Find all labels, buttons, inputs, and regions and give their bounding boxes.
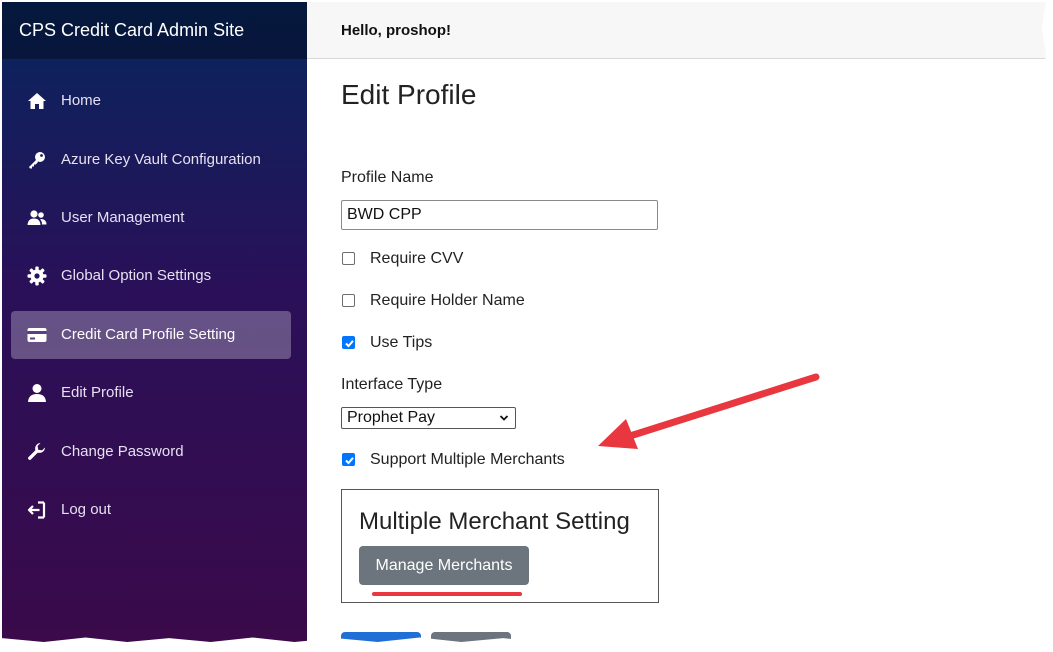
sidebar-item-change-password[interactable]: Change Password <box>11 428 291 476</box>
annotation-underline <box>372 592 522 596</box>
check-icon <box>345 340 354 348</box>
sidebar-item-label: Credit Card Profile Setting <box>61 326 236 343</box>
sidebar-item-log-out[interactable]: Log out <box>11 486 291 534</box>
sidebar-item-label: Azure Key Vault Configuration <box>61 151 261 168</box>
interface-type-label: Interface Type <box>341 376 443 393</box>
use-tips-label: Use Tips <box>370 334 433 351</box>
use-tips-checkbox[interactable] <box>342 336 355 349</box>
multiple-merchant-heading: Multiple Merchant Setting <box>359 508 630 535</box>
gear-icon <box>27 266 47 286</box>
greeting-text: Hello, proshop! <box>341 22 451 39</box>
profile-name-label: Profile Name <box>341 169 434 186</box>
manage-merchants-button[interactable]: Manage Merchants <box>359 546 529 585</box>
credit-card-icon <box>27 325 47 345</box>
brand-title[interactable]: CPS Credit Card Admin Site <box>2 2 307 59</box>
page-title: Edit Profile <box>341 79 477 110</box>
sidebar-item-credit-card-profile[interactable]: Credit Card Profile Setting <box>11 311 291 359</box>
require-holder-name-checkbox[interactable] <box>342 294 355 307</box>
top-bar: Hello, proshop! <box>307 2 1046 59</box>
sidebar-item-label: Edit Profile <box>61 384 134 401</box>
sidebar-item-label: Global Option Settings <box>61 267 212 284</box>
users-icon <box>27 208 47 228</box>
interface-type-select[interactable]: Prophet Pay <box>341 407 516 429</box>
sidebar-item-label: Log out <box>61 501 112 518</box>
sidebar-item-home[interactable]: Home <box>11 77 291 125</box>
key-icon <box>27 150 47 170</box>
sidebar-item-edit-profile[interactable]: Edit Profile <box>11 369 291 417</box>
check-icon <box>345 457 354 465</box>
interface-type-value: Prophet Pay <box>347 409 436 426</box>
wrench-icon <box>27 442 47 462</box>
chevron-down-icon <box>499 415 509 421</box>
back-button[interactable] <box>431 632 511 642</box>
sidebar-item-user-management[interactable]: User Management <box>11 194 291 242</box>
home-icon <box>27 91 47 111</box>
sidebar-item-azure-key-vault[interactable]: Azure Key Vault Configuration <box>11 136 291 184</box>
support-multiple-merchants-label: Support Multiple Merchants <box>370 451 565 468</box>
logout-icon <box>27 500 47 520</box>
save-button[interactable] <box>341 632 421 642</box>
sidebar-item-label: Home <box>61 92 102 109</box>
main-content: Edit Profile Profile Name Require CVV Re… <box>307 59 1046 642</box>
profile-name-input[interactable] <box>341 200 658 230</box>
sidebar-item-label: Change Password <box>61 443 184 460</box>
require-cvv-checkbox[interactable] <box>342 252 355 265</box>
multiple-merchant-panel: Multiple Merchant Setting Manage Merchan… <box>341 489 659 603</box>
require-cvv-label: Require CVV <box>370 250 464 267</box>
require-holder-name-label: Require Holder Name <box>370 292 525 309</box>
support-multiple-merchants-checkbox[interactable] <box>342 453 355 466</box>
user-icon <box>27 383 47 403</box>
sidebar-item-global-options[interactable]: Global Option Settings <box>11 252 291 300</box>
app-window: CPS Credit Card Admin Site Home Azure Ke… <box>2 2 1046 642</box>
sidebar-item-label: User Management <box>61 209 185 226</box>
sidebar: CPS Credit Card Admin Site Home Azure Ke… <box>2 2 307 642</box>
